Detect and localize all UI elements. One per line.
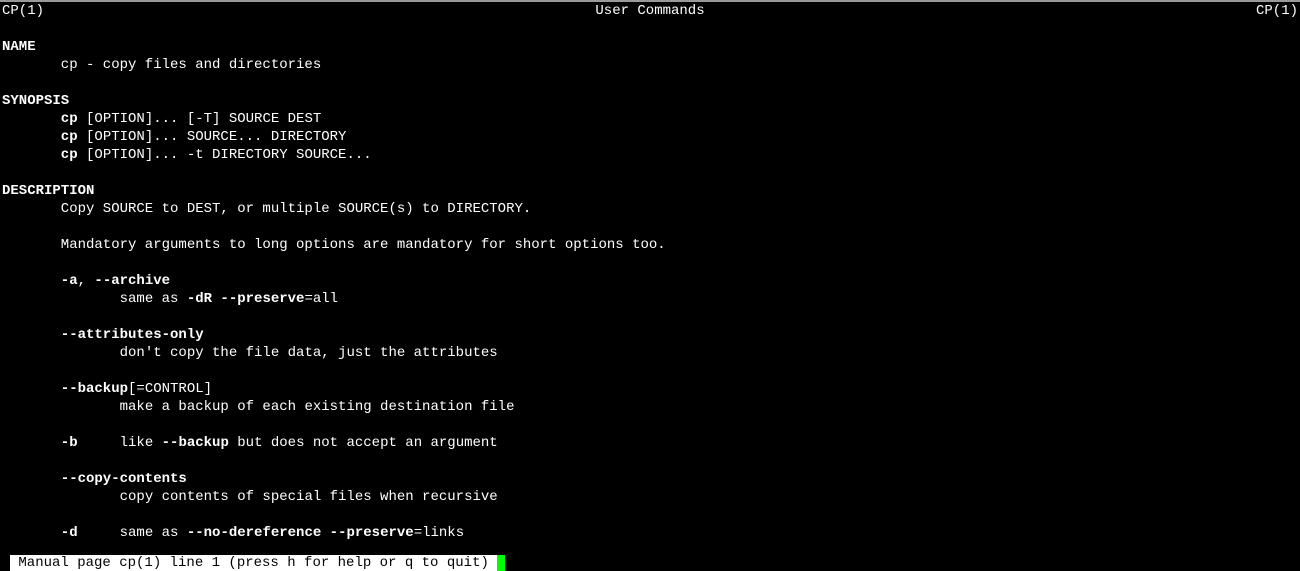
opt-backup-desc: make a backup of each existing destinati… (2, 398, 1298, 416)
opt-copy-contents-head: --copy-contents (2, 470, 1298, 488)
pager-status: Manual page cp(1) line 1 (press h for he… (10, 555, 497, 571)
desc-p2: Mandatory arguments to long options are … (2, 236, 1298, 254)
man-content: NAME cp - copy files and directories SYN… (0, 20, 1300, 542)
opt-d-line: -d same as --no-dereference --preserve=l… (2, 524, 1298, 542)
header-left: CP(1) (2, 2, 44, 20)
opt-copy-contents-desc: copy contents of special files when recu… (2, 488, 1298, 506)
header-center: User Commands (595, 2, 704, 20)
section-description-head: DESCRIPTION (2, 182, 1298, 200)
synopsis-line-2: cp [OPTION]... SOURCE... DIRECTORY (2, 128, 1298, 146)
opt-a-head: -a, --archive (2, 272, 1298, 290)
man-header: CP(1) User Commands CP(1) (0, 2, 1300, 20)
synopsis-line-1: cp [OPTION]... [-T] SOURCE DEST (2, 110, 1298, 128)
section-synopsis-head: SYNOPSIS (2, 92, 1298, 110)
opt-b-line: -b like --backup but does not accept an … (2, 434, 1298, 452)
synopsis-line-3: cp [OPTION]... -t DIRECTORY SOURCE... (2, 146, 1298, 164)
cursor-block-icon (497, 555, 505, 571)
opt-attributes-only-desc: don't copy the file data, just the attri… (2, 344, 1298, 362)
opt-backup-head: --backup[=CONTROL] (2, 380, 1298, 398)
desc-p1: Copy SOURCE to DEST, or multiple SOURCE(… (2, 200, 1298, 218)
section-name-head: NAME (2, 38, 1298, 56)
opt-a-desc: same as -dR --preserve=all (2, 290, 1298, 308)
name-line: cp - copy files and directories (2, 56, 1298, 74)
header-right: CP(1) (1256, 2, 1298, 20)
opt-attributes-only-head: --attributes-only (2, 326, 1298, 344)
